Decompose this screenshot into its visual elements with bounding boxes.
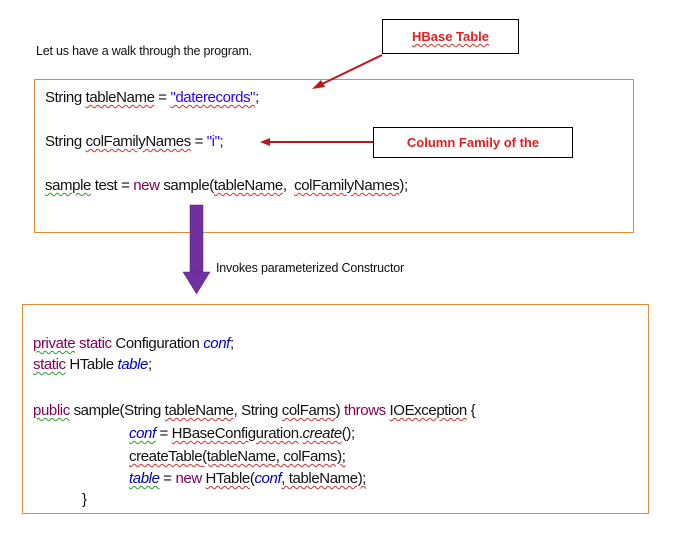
code-token: , tableName); bbox=[281, 470, 367, 487]
code-line-table-assign: table = new HTable(conf, tableName); bbox=[129, 470, 366, 487]
field-token: conf bbox=[254, 470, 282, 487]
operator-token: = bbox=[159, 470, 176, 487]
semicolon: ; bbox=[229, 335, 234, 352]
code-token: sample(String bbox=[69, 402, 165, 419]
callout-label: HBase Table bbox=[411, 29, 490, 44]
arrow-to-col-family bbox=[260, 138, 373, 146]
keyword-static: static bbox=[75, 335, 112, 352]
code-token: , String bbox=[233, 402, 282, 419]
keyword-public: public bbox=[33, 402, 70, 419]
code-line-constructor-signature: public sample(String tableName, String c… bbox=[33, 402, 476, 419]
field-token: conf bbox=[129, 425, 156, 442]
code-line-table-field: static HTable table; bbox=[33, 356, 152, 373]
parameter-token: colFams bbox=[281, 402, 336, 419]
keyword-throws: throws bbox=[343, 402, 386, 419]
callout-label: Column Family of the bbox=[406, 135, 540, 150]
type-token: HTable bbox=[65, 356, 118, 373]
class-token: HTable bbox=[205, 470, 251, 487]
method-token: createTable bbox=[129, 448, 203, 465]
field-token: table bbox=[129, 470, 160, 487]
brace-open: { bbox=[466, 402, 476, 419]
type-token: Configuration bbox=[111, 335, 204, 352]
arrow-note: Invokes parameterized Constructor bbox=[216, 261, 404, 275]
code-line-close-brace: } bbox=[82, 491, 87, 508]
semicolon: ; bbox=[147, 356, 152, 373]
field-token: conf bbox=[203, 335, 230, 352]
code-token: (); bbox=[341, 425, 355, 442]
keyword-static: static bbox=[33, 356, 66, 373]
code-line-create-table: createTable(tableName, colFams); bbox=[129, 448, 346, 465]
code-line-conf-assign: conf = HBaseConfiguration.create(); bbox=[129, 425, 355, 442]
keyword-private: private bbox=[33, 335, 76, 352]
class-token: HBaseConfiguration bbox=[171, 425, 299, 442]
exception-token: IOException bbox=[389, 402, 468, 419]
method-token: create bbox=[302, 425, 343, 442]
callout-hbase-table: HBase Table bbox=[382, 19, 519, 54]
parameter-token: tableName bbox=[164, 402, 234, 419]
code-token: ) bbox=[335, 402, 344, 419]
field-token: table bbox=[117, 356, 148, 373]
operator-token: = bbox=[155, 425, 172, 442]
callout-column-family: Column Family of the bbox=[373, 127, 573, 158]
code-token: (tableName, colFams); bbox=[202, 448, 346, 465]
keyword-new: new bbox=[175, 470, 202, 487]
purple-down-arrow-icon bbox=[182, 204, 211, 295]
arrow-to-table-name bbox=[312, 54, 383, 89]
code-line-conf-field: private static Configuration conf; bbox=[33, 335, 234, 352]
